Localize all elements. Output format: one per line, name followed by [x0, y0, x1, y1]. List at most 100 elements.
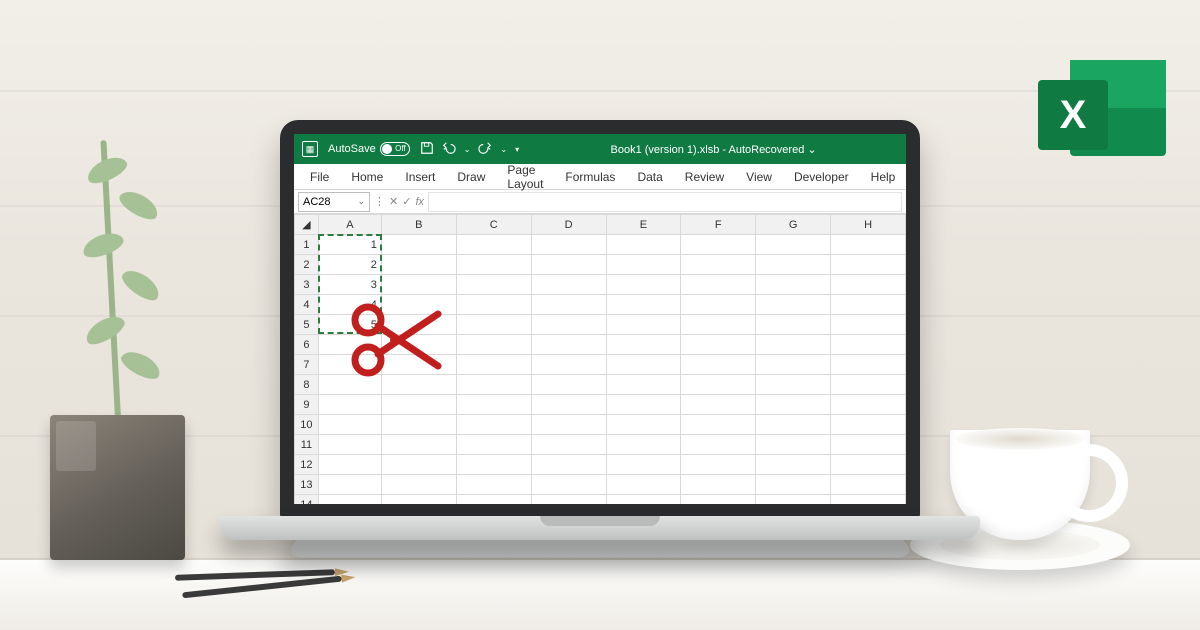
row-header-9[interactable]: 9	[295, 395, 319, 415]
cell-B7[interactable]	[381, 355, 456, 375]
row-header-3[interactable]: 3	[295, 275, 319, 295]
column-header-E[interactable]: E	[606, 215, 681, 235]
cell-G3[interactable]	[756, 275, 831, 295]
cell-E4[interactable]	[606, 295, 681, 315]
redo-chevron-icon[interactable]: ⌄	[500, 145, 507, 154]
cell-D5[interactable]	[531, 315, 606, 335]
cell-C2[interactable]	[456, 255, 531, 275]
cell-E8[interactable]	[606, 375, 681, 395]
cell-E10[interactable]	[606, 415, 681, 435]
cell-A12[interactable]	[318, 455, 381, 475]
cell-H8[interactable]	[831, 375, 906, 395]
cell-C3[interactable]	[456, 275, 531, 295]
cell-E13[interactable]	[606, 475, 681, 495]
cell-H1[interactable]	[831, 235, 906, 255]
row-header-6[interactable]: 6	[295, 335, 319, 355]
cell-C6[interactable]	[456, 335, 531, 355]
cell-B6[interactable]	[381, 335, 456, 355]
tab-file[interactable]: File	[302, 167, 337, 187]
cell-F14[interactable]	[681, 495, 756, 505]
cell-D9[interactable]	[531, 395, 606, 415]
cell-C9[interactable]	[456, 395, 531, 415]
cell-B14[interactable]	[381, 495, 456, 505]
name-box[interactable]: AC28 ⌄	[298, 192, 370, 212]
tab-help[interactable]: Help	[863, 167, 904, 187]
cell-F8[interactable]	[681, 375, 756, 395]
cell-B12[interactable]	[381, 455, 456, 475]
undo-icon[interactable]	[442, 141, 456, 158]
cell-F5[interactable]	[681, 315, 756, 335]
cell-B1[interactable]	[381, 235, 456, 255]
cell-A3[interactable]: 3	[318, 275, 381, 295]
cell-H5[interactable]	[831, 315, 906, 335]
row-header-2[interactable]: 2	[295, 255, 319, 275]
cell-F4[interactable]	[681, 295, 756, 315]
tab-developer[interactable]: Developer	[786, 167, 857, 187]
cell-D13[interactable]	[531, 475, 606, 495]
cell-C7[interactable]	[456, 355, 531, 375]
cell-D2[interactable]	[531, 255, 606, 275]
cell-A2[interactable]: 2	[318, 255, 381, 275]
document-title[interactable]: Book1 (version 1).xlsb - AutoRecovered ⌄	[529, 143, 898, 156]
cell-B9[interactable]	[381, 395, 456, 415]
cell-B5[interactable]	[381, 315, 456, 335]
row-header-14[interactable]: 14	[295, 495, 319, 505]
column-header-F[interactable]: F	[681, 215, 756, 235]
column-header-B[interactable]: B	[381, 215, 456, 235]
cell-G8[interactable]	[756, 375, 831, 395]
cell-H10[interactable]	[831, 415, 906, 435]
cell-D1[interactable]	[531, 235, 606, 255]
cell-F3[interactable]	[681, 275, 756, 295]
cell-C10[interactable]	[456, 415, 531, 435]
column-header-D[interactable]: D	[531, 215, 606, 235]
tab-formulas[interactable]: Formulas	[557, 167, 623, 187]
cell-G1[interactable]	[756, 235, 831, 255]
cell-G5[interactable]	[756, 315, 831, 335]
fx-label[interactable]: fx	[415, 196, 424, 208]
cell-B11[interactable]	[381, 435, 456, 455]
cell-C8[interactable]	[456, 375, 531, 395]
cell-F1[interactable]	[681, 235, 756, 255]
cell-E9[interactable]	[606, 395, 681, 415]
column-header-G[interactable]: G	[756, 215, 831, 235]
cancel-icon[interactable]: ✕	[389, 195, 398, 208]
formula-input[interactable]	[428, 192, 902, 212]
cell-H4[interactable]	[831, 295, 906, 315]
column-header-C[interactable]: C	[456, 215, 531, 235]
cell-F13[interactable]	[681, 475, 756, 495]
cell-F11[interactable]	[681, 435, 756, 455]
cell-H2[interactable]	[831, 255, 906, 275]
cell-C14[interactable]	[456, 495, 531, 505]
tab-review[interactable]: Review	[677, 167, 732, 187]
cell-E1[interactable]	[606, 235, 681, 255]
tab-insert[interactable]: Insert	[397, 167, 443, 187]
cell-H12[interactable]	[831, 455, 906, 475]
cell-C5[interactable]	[456, 315, 531, 335]
cell-D11[interactable]	[531, 435, 606, 455]
row-header-12[interactable]: 12	[295, 455, 319, 475]
cell-B3[interactable]	[381, 275, 456, 295]
cell-A7[interactable]	[318, 355, 381, 375]
undo-chevron-icon[interactable]: ⌄	[464, 145, 471, 154]
cell-A14[interactable]	[318, 495, 381, 505]
cell-H13[interactable]	[831, 475, 906, 495]
row-header-5[interactable]: 5	[295, 315, 319, 335]
row-header-1[interactable]: 1	[295, 235, 319, 255]
cell-E2[interactable]	[606, 255, 681, 275]
cell-D8[interactable]	[531, 375, 606, 395]
column-header-A[interactable]: A	[318, 215, 381, 235]
cell-D6[interactable]	[531, 335, 606, 355]
tab-page-layout[interactable]: Page Layout	[499, 160, 551, 194]
cell-A13[interactable]	[318, 475, 381, 495]
cell-A4[interactable]: 4	[318, 295, 381, 315]
cell-G11[interactable]	[756, 435, 831, 455]
cell-F9[interactable]	[681, 395, 756, 415]
cell-H6[interactable]	[831, 335, 906, 355]
cell-F2[interactable]	[681, 255, 756, 275]
cell-G10[interactable]	[756, 415, 831, 435]
cell-E14[interactable]	[606, 495, 681, 505]
tab-data[interactable]: Data	[629, 167, 670, 187]
cell-A6[interactable]	[318, 335, 381, 355]
cell-D14[interactable]	[531, 495, 606, 505]
row-header-8[interactable]: 8	[295, 375, 319, 395]
